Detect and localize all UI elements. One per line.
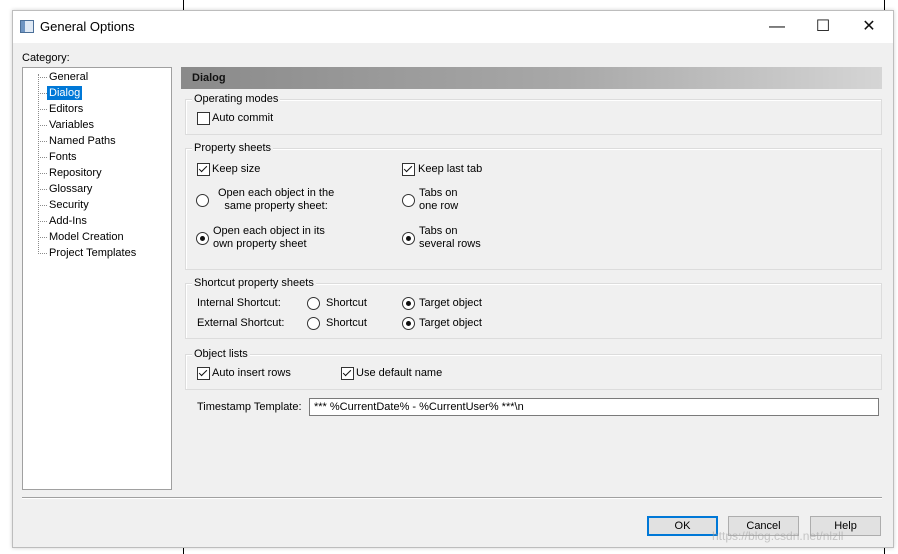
property-sheets-title: Property sheets [192,142,274,154]
tabs-several-rows-radio[interactable] [402,232,415,245]
tree-branch [38,125,47,126]
category-item-named-paths[interactable]: Named Paths [47,134,118,148]
category-label: Category: [22,52,70,64]
tabs-one-row-radio[interactable] [402,194,415,207]
open-same-sheet-radio[interactable] [196,194,209,207]
tabs-several-rows-label: Tabs on several rows [419,225,481,251]
tree-branch [38,237,47,238]
tabs-one-row-label: Tabs on one row [419,187,458,213]
title-bar[interactable]: General Options — ☐ ✕ [13,11,893,43]
keep-size-label: Keep size [212,163,261,175]
keep-size-checkbox[interactable] [197,163,210,176]
internal-target-object-label: Target object [419,297,482,309]
watermark-text: https://blog.csdn.net/nlzll [712,529,844,543]
category-item-dialog[interactable]: Dialog [47,86,83,100]
use-default-name-checkbox[interactable] [341,367,354,380]
tabs-one-row-line2: one row [419,200,459,212]
shortcut-sheets-title: Shortcut property sheets [192,277,316,289]
category-item-general[interactable]: General [47,70,90,84]
window-title: General Options [40,19,135,34]
background-line-left [183,0,184,10]
open-same-sheet-line1: Open each object in the [218,187,335,199]
internal-shortcut-label: Internal Shortcut: [197,297,281,309]
tree-branch [38,157,47,158]
tree-branch [38,109,47,110]
tabs-several-rows-line2: several rows [419,238,481,250]
auto-insert-rows-label: Auto insert rows [212,367,291,379]
operating-modes-title: Operating modes [192,93,281,105]
tabs-several-rows-line1: Tabs on [419,225,458,237]
auto-insert-rows-checkbox[interactable] [197,367,210,380]
external-shortcut-label: External Shortcut: [197,317,285,329]
internal-shortcut-option-label: Shortcut [326,297,367,309]
category-item-editors[interactable]: Editors [47,102,85,116]
category-item-add-ins[interactable]: Add-Ins [47,214,89,228]
open-own-sheet-line2: own property sheet [213,238,307,250]
tree-branch [38,173,47,174]
external-target-object-label: Target object [419,317,482,329]
timestamp-template-input[interactable]: *** %CurrentDate% - %CurrentUser% ***\n [309,398,879,416]
panel-header: Dialog [181,67,882,89]
open-own-sheet-label: Open each object in its own property she… [213,225,325,251]
category-tree[interactable]: General Dialog Editors Variables Named P… [22,67,172,490]
external-shortcut-radio[interactable] [307,317,320,330]
open-own-sheet-line1: Open each object in its [213,225,325,237]
tree-branch [38,253,47,254]
category-item-security[interactable]: Security [47,198,91,212]
window-icon [20,20,34,33]
tree-branch [38,93,47,94]
object-lists-title: Object lists [192,348,250,360]
keep-last-tab-label: Keep last tab [418,163,483,175]
tree-branch [38,205,47,206]
tree-branch [38,221,47,222]
internal-shortcut-radio[interactable] [307,297,320,310]
tree-branch [38,189,47,190]
keep-last-tab-checkbox[interactable] [402,163,415,176]
use-default-name-label: Use default name [356,367,443,379]
panel-header-title: Dialog [192,72,226,84]
auto-commit-label: Auto commit [212,112,274,124]
shortcut-sheets-group [185,283,882,339]
category-item-glossary[interactable]: Glossary [47,182,94,196]
operating-modes-group [185,99,882,135]
category-item-repository[interactable]: Repository [47,166,104,180]
category-item-fonts[interactable]: Fonts [47,150,79,164]
footer-separator [22,497,882,499]
ok-button[interactable]: OK [647,516,718,536]
timestamp-template-label: Timestamp Template: [197,401,302,413]
internal-target-object-radio[interactable] [402,297,415,310]
background-line-right [884,0,885,10]
category-item-variables[interactable]: Variables [47,118,96,132]
open-same-sheet-line2: same property sheet: [224,200,328,212]
tree-branch [38,77,47,78]
external-shortcut-option-label: Shortcut [326,317,367,329]
tabs-one-row-line1: Tabs on [419,187,458,199]
open-own-sheet-radio[interactable] [196,232,209,245]
maximize-button[interactable]: ☐ [800,11,846,43]
auto-commit-checkbox[interactable] [197,112,210,125]
tree-branch [38,141,47,142]
tree-connector [38,74,39,252]
minimize-button[interactable]: — [754,11,800,43]
close-button[interactable]: ✕ [846,11,892,43]
category-item-model-creation[interactable]: Model Creation [47,230,126,244]
category-item-project-templates[interactable]: Project Templates [47,246,138,260]
general-options-dialog: General Options — ☐ ✕ Category: General … [12,10,894,548]
external-target-object-radio[interactable] [402,317,415,330]
open-same-sheet-label: Open each object in the same property sh… [218,187,334,213]
